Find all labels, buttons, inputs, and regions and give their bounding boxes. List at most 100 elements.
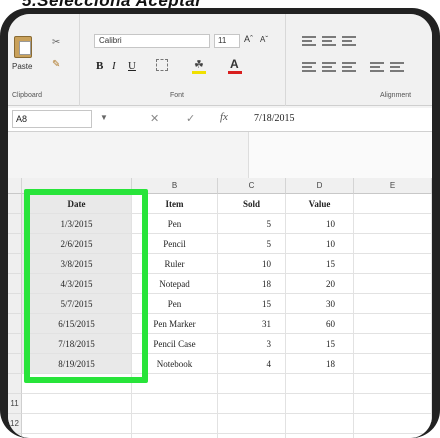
name-box[interactable]: A8 bbox=[12, 110, 92, 128]
table-cell[interactable]: 5 bbox=[218, 214, 286, 234]
empty-cell[interactable] bbox=[218, 394, 286, 414]
italic-button[interactable]: I bbox=[112, 60, 116, 72]
decrease-font-icon[interactable]: Aˇ bbox=[260, 35, 268, 44]
clipboard-group: Paste ✂ ✎ Clipboard bbox=[8, 14, 80, 106]
row-header[interactable] bbox=[8, 194, 22, 214]
empty-cell[interactable] bbox=[218, 434, 286, 438]
empty-cell[interactable] bbox=[22, 434, 132, 438]
select-all-corner[interactable] bbox=[8, 178, 22, 194]
empty-cell[interactable] bbox=[354, 394, 432, 414]
column-header[interactable]: E bbox=[354, 178, 432, 194]
table-cell[interactable]: 3 bbox=[218, 334, 286, 354]
table-cell[interactable]: 31 bbox=[218, 314, 286, 334]
table-cell[interactable]: 15 bbox=[286, 334, 354, 354]
table-cell[interactable]: 20 bbox=[286, 274, 354, 294]
empty-cell[interactable] bbox=[354, 334, 432, 354]
row-header[interactable] bbox=[8, 234, 22, 254]
align-center-icon[interactable] bbox=[322, 62, 336, 72]
fill-color-icon[interactable]: ☘ bbox=[194, 58, 204, 71]
column-header[interactable]: C bbox=[218, 178, 286, 194]
table-cell[interactable]: 60 bbox=[286, 314, 354, 334]
formula-input[interactable]: 7/18/2015 bbox=[254, 113, 295, 124]
font-name-select[interactable]: Calibri bbox=[94, 34, 210, 48]
format-painter-icon[interactable]: ✎ bbox=[52, 60, 62, 70]
empty-cell[interactable] bbox=[286, 394, 354, 414]
enter-icon[interactable]: ✓ bbox=[186, 112, 195, 125]
header-cell[interactable]: Value bbox=[286, 194, 354, 214]
empty-cell[interactable] bbox=[286, 374, 354, 394]
copy-icon[interactable]: ✂ bbox=[52, 38, 62, 48]
empty-cell[interactable] bbox=[286, 434, 354, 438]
cancel-icon[interactable]: ✕ bbox=[150, 112, 159, 125]
row-header[interactable] bbox=[8, 334, 22, 354]
empty-cell[interactable] bbox=[132, 414, 218, 434]
empty-cell[interactable] bbox=[218, 414, 286, 434]
row-header[interactable] bbox=[8, 354, 22, 374]
table-cell[interactable]: 18 bbox=[218, 274, 286, 294]
underline-button[interactable]: U bbox=[128, 60, 136, 72]
increase-indent-icon[interactable] bbox=[390, 62, 404, 72]
empty-cell[interactable] bbox=[354, 294, 432, 314]
empty-cell[interactable] bbox=[354, 214, 432, 234]
alignment-group-label: Alignment bbox=[380, 92, 412, 99]
excel-window: Paste ✂ ✎ Clipboard Calibri 11 Aˆ Aˇ B I… bbox=[8, 14, 432, 438]
table-cell[interactable]: 15 bbox=[286, 254, 354, 274]
align-bottom-icon[interactable] bbox=[342, 36, 356, 46]
empty-cell[interactable] bbox=[132, 394, 218, 414]
align-middle-icon[interactable] bbox=[322, 36, 336, 46]
table-cell[interactable]: 10 bbox=[218, 254, 286, 274]
empty-cell[interactable] bbox=[132, 434, 218, 438]
empty-cell[interactable] bbox=[286, 414, 354, 434]
row-header[interactable] bbox=[8, 254, 22, 274]
empty-cell[interactable] bbox=[218, 374, 286, 394]
align-top-icon[interactable] bbox=[302, 36, 316, 46]
empty-cell[interactable] bbox=[22, 414, 132, 434]
selection-highlight bbox=[24, 189, 148, 383]
row-header[interactable] bbox=[8, 314, 22, 334]
header-cell[interactable]: Sold bbox=[218, 194, 286, 214]
table-cell[interactable]: 15 bbox=[218, 294, 286, 314]
increase-font-icon[interactable]: Aˆ bbox=[244, 34, 253, 44]
table-cell[interactable]: 30 bbox=[286, 294, 354, 314]
font-group-label: Font bbox=[170, 92, 185, 99]
row-header[interactable] bbox=[8, 294, 22, 314]
paste-label[interactable]: Paste bbox=[12, 62, 32, 71]
row-header[interactable]: 13 bbox=[8, 434, 22, 438]
empty-cell[interactable] bbox=[354, 254, 432, 274]
empty-cell[interactable] bbox=[354, 434, 432, 438]
row-header[interactable] bbox=[8, 374, 22, 394]
font-color-swatch bbox=[228, 71, 242, 74]
decrease-indent-icon[interactable] bbox=[370, 62, 384, 72]
clipboard-group-label: Clipboard bbox=[12, 92, 42, 99]
font-size-select[interactable]: 11 bbox=[214, 34, 240, 48]
empty-cell[interactable] bbox=[22, 394, 132, 414]
empty-cell[interactable] bbox=[354, 314, 432, 334]
row-header[interactable] bbox=[8, 214, 22, 234]
device-frame: Paste ✂ ✎ Clipboard Calibri 11 Aˆ Aˇ B I… bbox=[0, 8, 440, 438]
empty-cell[interactable] bbox=[354, 194, 432, 214]
row-header[interactable]: 12 bbox=[8, 414, 22, 434]
empty-cell[interactable] bbox=[354, 354, 432, 374]
table-cell[interactable]: 10 bbox=[286, 234, 354, 254]
insert-function-icon[interactable]: fx bbox=[220, 111, 228, 123]
table-cell[interactable]: 18 bbox=[286, 354, 354, 374]
alignment-group: Alignment bbox=[288, 14, 432, 106]
empty-cell[interactable] bbox=[354, 274, 432, 294]
row-header[interactable]: 11 bbox=[8, 394, 22, 414]
bold-button[interactable]: B bbox=[96, 60, 103, 72]
table-cell[interactable]: 5 bbox=[218, 234, 286, 254]
borders-icon[interactable] bbox=[156, 59, 168, 71]
column-header[interactable]: D bbox=[286, 178, 354, 194]
font-group: Calibri 11 Aˆ Aˇ B I U ☘ A Font bbox=[82, 14, 286, 106]
row-header[interactable] bbox=[8, 274, 22, 294]
empty-cell[interactable] bbox=[354, 414, 432, 434]
align-right-icon[interactable] bbox=[342, 62, 356, 72]
chevron-down-icon[interactable]: ▼ bbox=[100, 113, 108, 122]
table-cell[interactable]: 10 bbox=[286, 214, 354, 234]
font-color-icon[interactable]: A bbox=[230, 57, 239, 71]
align-left-icon[interactable] bbox=[302, 62, 316, 72]
paste-icon[interactable] bbox=[14, 36, 32, 58]
empty-cell[interactable] bbox=[354, 234, 432, 254]
empty-cell[interactable] bbox=[354, 374, 432, 394]
table-cell[interactable]: 4 bbox=[218, 354, 286, 374]
